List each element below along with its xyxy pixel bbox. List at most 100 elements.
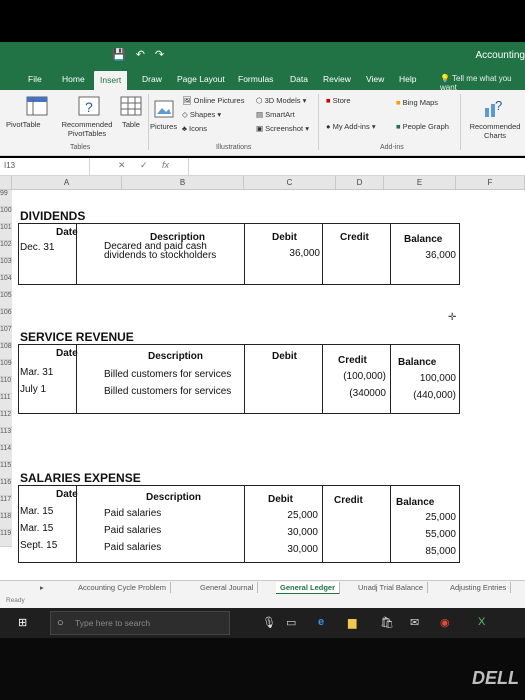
row-header[interactable]: 105 bbox=[0, 292, 12, 309]
sheet-tab[interactable]: Accounting Cycle Problem bbox=[74, 582, 171, 593]
sheet-tab[interactable]: General Journal bbox=[196, 582, 259, 593]
name-box[interactable]: I13 bbox=[0, 158, 90, 176]
row-header[interactable]: 107 bbox=[0, 326, 12, 343]
row-header[interactable]: 110 bbox=[0, 377, 12, 394]
salaries-expense-row-debit[interactable]: 30,000 bbox=[246, 544, 318, 555]
row-header[interactable]: 116 bbox=[0, 479, 12, 496]
tab-help[interactable]: Help bbox=[399, 74, 416, 84]
sheet-tab[interactable]: Adjusting Entries bbox=[446, 582, 512, 593]
salaries-expense-row-description[interactable]: Paid salaries bbox=[104, 508, 161, 519]
bing-maps-button[interactable]: ■ Bing Maps bbox=[396, 98, 438, 107]
insert-function-icon[interactable]: fx bbox=[162, 160, 169, 170]
service-revenue-row-credit[interactable]: (100,000) bbox=[324, 371, 386, 382]
taskbar-search-box[interactable]: ○ Type here to search bbox=[50, 611, 230, 635]
screenshot-button[interactable]: ▣ Screenshot ▾ bbox=[256, 124, 309, 133]
service-revenue-row-description[interactable]: Billed customers for services bbox=[104, 369, 231, 380]
row-header[interactable]: 112 bbox=[0, 411, 12, 428]
row-header[interactable]: 102 bbox=[0, 241, 12, 258]
online-pictures-button[interactable]: 🖼 Online Pictures bbox=[182, 96, 244, 105]
pictures-icon[interactable] bbox=[154, 100, 174, 118]
service-revenue-row-balance[interactable]: (440,000) bbox=[392, 390, 456, 401]
row-header[interactable]: 104 bbox=[0, 275, 12, 292]
service-revenue-row-description[interactable]: Billed customers for services bbox=[104, 386, 231, 397]
row-header[interactable]: 108 bbox=[0, 343, 12, 360]
mail-icon[interactable]: ✉ bbox=[410, 616, 419, 629]
salaries-expense-row-balance[interactable]: 85,000 bbox=[392, 546, 456, 557]
tab-home[interactable]: Home bbox=[62, 74, 85, 84]
row-header[interactable]: 103 bbox=[0, 258, 12, 275]
row-header[interactable]: 100 bbox=[0, 207, 12, 224]
chrome-icon[interactable]: ◉ bbox=[440, 616, 450, 629]
store-app-icon[interactable]: 🛍 bbox=[380, 616, 394, 629]
row-header[interactable]: 99 bbox=[0, 190, 12, 207]
service-revenue-row-credit[interactable]: (340000 bbox=[324, 388, 386, 399]
save-icon[interactable]: 💾 bbox=[112, 48, 126, 61]
service-revenue-row-date[interactable]: July 1 bbox=[20, 384, 46, 395]
formula-input[interactable] bbox=[188, 158, 525, 176]
salaries-expense-row-description[interactable]: Paid salaries bbox=[104, 525, 161, 536]
shapes-button[interactable]: ◇ Shapes ▾ bbox=[182, 110, 221, 119]
microphone-icon[interactable]: 🎙 bbox=[262, 616, 276, 629]
column-header-a[interactable]: A bbox=[12, 176, 122, 190]
row-header[interactable]: 113 bbox=[0, 428, 12, 445]
row-header[interactable]: 106 bbox=[0, 309, 12, 326]
salaries-expense-row-date[interactable]: Mar. 15 bbox=[20, 506, 53, 517]
tab-data[interactable]: Data bbox=[290, 74, 308, 84]
recommended-charts-icon[interactable]: ? bbox=[483, 98, 503, 118]
tab-formulas[interactable]: Formulas bbox=[238, 74, 273, 84]
row-header[interactable]: 117 bbox=[0, 496, 12, 513]
salaries-expense-row-description[interactable]: Paid salaries bbox=[104, 542, 161, 553]
enter-icon[interactable]: ✓ bbox=[140, 160, 148, 171]
row-header[interactable]: 109 bbox=[0, 360, 12, 377]
redo-icon[interactable]: ↷ bbox=[155, 48, 164, 61]
scroll-sheets-icon[interactable]: ▸ bbox=[36, 582, 48, 593]
column-header-d[interactable]: D bbox=[336, 176, 384, 190]
excel-taskbar-icon[interactable]: X bbox=[478, 616, 485, 628]
tab-view[interactable]: View bbox=[366, 74, 384, 84]
service-revenue-row-date[interactable]: Mar. 31 bbox=[20, 367, 53, 378]
service-revenue-row-balance[interactable]: 100,000 bbox=[392, 373, 456, 384]
column-header-f[interactable]: F bbox=[456, 176, 525, 190]
dividends-row-description[interactable]: Decared and paid cash dividends to stock… bbox=[104, 242, 242, 260]
worksheet-grid[interactable]: A B C D E F 99 100 101 102 103 104 105 1… bbox=[0, 176, 525, 580]
salaries-expense-row-balance[interactable]: 25,000 bbox=[392, 512, 456, 523]
salaries-expense-row-date[interactable]: Mar. 15 bbox=[20, 523, 53, 534]
salaries-expense-row-debit[interactable]: 25,000 bbox=[246, 510, 318, 521]
dividends-row-date[interactable]: Dec. 31 bbox=[20, 242, 54, 253]
salaries-expense-row-debit[interactable]: 30,000 bbox=[246, 527, 318, 538]
row-header[interactable]: 118 bbox=[0, 513, 12, 530]
tab-review[interactable]: Review bbox=[323, 74, 351, 84]
task-view-icon[interactable]: ▭ bbox=[286, 616, 296, 629]
undo-icon[interactable]: ↶ bbox=[136, 48, 145, 61]
cancel-icon[interactable]: ✕ bbox=[118, 160, 126, 171]
sheet-tab[interactable]: Unadj Trial Balance bbox=[354, 582, 429, 593]
salaries-expense-row-date[interactable]: Sept. 15 bbox=[20, 540, 57, 551]
pivottable-icon[interactable] bbox=[26, 96, 48, 116]
dividends-row-balance[interactable]: 36,000 bbox=[392, 250, 456, 261]
file-explorer-icon[interactable]: ▆ bbox=[348, 616, 356, 629]
smartart-button[interactable]: ▤ SmartArt bbox=[256, 110, 295, 119]
row-header[interactable]: 114 bbox=[0, 445, 12, 462]
salaries-expense-row-balance[interactable]: 55,000 bbox=[392, 529, 456, 540]
row-header[interactable]: 111 bbox=[0, 394, 12, 411]
table-icon[interactable] bbox=[120, 96, 142, 116]
tab-page-layout[interactable]: Page Layout bbox=[177, 74, 225, 84]
row-header[interactable]: 119 bbox=[0, 530, 12, 547]
edge-browser-icon[interactable]: e bbox=[318, 616, 324, 628]
store-button[interactable]: ■ Store bbox=[326, 96, 351, 105]
recommended-pivottables-icon[interactable]: ? bbox=[78, 96, 100, 116]
tab-draw[interactable]: Draw bbox=[142, 74, 162, 84]
select-all-corner[interactable] bbox=[0, 176, 12, 190]
tab-file[interactable]: File bbox=[28, 74, 42, 84]
windows-start-icon[interactable]: ⊞ bbox=[18, 616, 27, 629]
people-graph-button[interactable]: ■ People Graph bbox=[396, 122, 449, 131]
column-header-b[interactable]: B bbox=[122, 176, 244, 190]
row-header[interactable]: 115 bbox=[0, 462, 12, 479]
column-header-c[interactable]: C bbox=[244, 176, 336, 190]
my-addins-button[interactable]: ● My Add-ins ▾ bbox=[326, 122, 376, 131]
3d-models-button[interactable]: ⬡ 3D Models ▾ bbox=[256, 96, 306, 105]
row-header[interactable]: 101 bbox=[0, 224, 12, 241]
tab-insert[interactable]: Insert bbox=[94, 71, 128, 90]
dividends-row-debit[interactable]: 36,000 bbox=[246, 248, 320, 259]
column-header-e[interactable]: E bbox=[384, 176, 456, 190]
